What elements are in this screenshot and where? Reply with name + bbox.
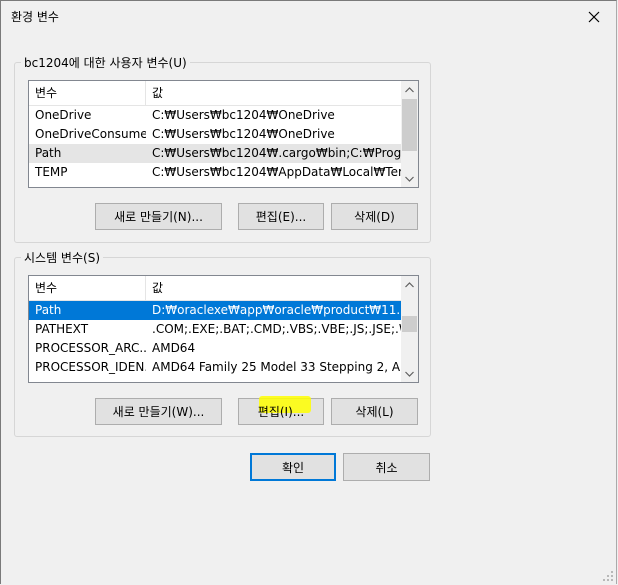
list-item[interactable]: OneDrive C:₩Users₩bc1204₩OneDrive xyxy=(29,106,401,125)
variable-name: Path xyxy=(35,303,62,317)
system-new-button[interactable]: 새로 만들기(W)... xyxy=(95,398,222,425)
user-new-label: 새로 만들기(N)... xyxy=(114,210,203,224)
user-edit-label: 편집(E)... xyxy=(255,210,307,224)
column-header-name[interactable]: 변수 xyxy=(29,81,146,105)
user-edit-button[interactable]: 편집(E)... xyxy=(238,203,324,230)
system-variables-list[interactable]: 변수 값 Path D:₩oraclexe₩app₩oracle₩product… xyxy=(28,275,419,383)
variable-name: Path xyxy=(35,146,62,160)
user-delete-label: 삭제(D) xyxy=(354,210,395,224)
variable-name: PATHEXT xyxy=(35,322,89,336)
variable-name: PROCESSOR_IDEN... xyxy=(35,360,146,374)
cancel-button[interactable]: 취소 xyxy=(343,453,430,481)
list-header: 변수 값 xyxy=(29,276,401,301)
user-variables-label: bc1204에 대한 사용자 변수(U) xyxy=(21,54,190,71)
list-item[interactable]: PROCESSOR_IDEN... AMD64 Family 25 Model … xyxy=(29,358,401,377)
system-edit-label: 편집(I)... xyxy=(257,405,305,419)
variable-name: TEMP xyxy=(35,165,68,179)
vertical-scrollbar[interactable] xyxy=(401,81,418,187)
user-delete-button[interactable]: 삭제(D) xyxy=(331,203,418,230)
scroll-thumb[interactable] xyxy=(402,99,417,151)
system-edit-button[interactable]: 편집(I)... xyxy=(238,396,324,425)
list-item[interactable]: PROCESSOR_ARC... AMD64 xyxy=(29,339,401,358)
scroll-down-button[interactable] xyxy=(401,365,418,382)
variable-name: OneDriveConsumer xyxy=(35,127,146,141)
column-header-value[interactable]: 값 xyxy=(146,276,401,300)
variable-value: AMD64 Family 25 Model 33 Stepping 2, A..… xyxy=(152,360,401,374)
scroll-up-button[interactable] xyxy=(401,81,418,98)
variable-value: AMD64 xyxy=(152,341,196,355)
cancel-label: 취소 xyxy=(375,460,398,475)
chevron-down-icon xyxy=(405,176,414,182)
variable-value: C:₩Users₩bc1204₩OneDrive xyxy=(152,108,335,122)
variable-value: C:₩Users₩bc1204₩AppData₩Local₩Temp xyxy=(152,165,401,179)
variable-name: OneDrive xyxy=(35,108,92,122)
window-title: 환경 변수 xyxy=(11,10,59,24)
environment-variables-dialog: 환경 변수 bc1204에 대한 사용자 변수(U) 변수 값 OneDrive… xyxy=(0,0,617,584)
system-variables-group: 시스템 변수(S) 변수 값 Path D:₩oraclexe₩app₩orac… xyxy=(14,249,431,437)
ok-button[interactable]: 확인 xyxy=(250,453,336,481)
list-item[interactable]: PATHEXT .COM;.EXE;.BAT;.CMD;.VBS;.VBE;.J… xyxy=(29,320,401,339)
variable-value: D:₩oraclexe₩app₩oracle₩product₩11.2.0... xyxy=(152,303,401,317)
resize-grip-icon[interactable] xyxy=(602,570,614,582)
column-header-name[interactable]: 변수 xyxy=(29,276,146,300)
system-new-label: 새로 만들기(W)... xyxy=(112,405,205,419)
user-variables-group: bc1204에 대한 사용자 변수(U) 변수 값 OneDrive C:₩Us… xyxy=(14,54,431,243)
scroll-down-button[interactable] xyxy=(401,170,418,187)
chevron-up-icon xyxy=(405,86,414,92)
list-item-selected[interactable]: Path D:₩oraclexe₩app₩oracle₩product₩11.2… xyxy=(29,301,401,320)
system-delete-label: 삭제(L) xyxy=(355,405,394,419)
list-item[interactable]: Path C:₩Users₩bc1204₩.cargo₩bin;C:₩Progr… xyxy=(29,144,401,163)
column-header-value[interactable]: 값 xyxy=(146,81,401,105)
variable-name: PROCESSOR_ARC... xyxy=(35,341,146,355)
chevron-down-icon xyxy=(405,371,414,377)
list-header: 변수 값 xyxy=(29,81,401,106)
list-item[interactable]: TEMP C:₩Users₩bc1204₩AppData₩Local₩Temp xyxy=(29,163,401,182)
user-variables-list[interactable]: 변수 값 OneDrive C:₩Users₩bc1204₩OneDrive O… xyxy=(28,80,419,188)
chevron-up-icon xyxy=(405,281,414,287)
system-variables-label: 시스템 변수(S) xyxy=(21,249,103,266)
ok-label: 확인 xyxy=(281,460,305,475)
close-button[interactable] xyxy=(572,1,616,32)
vertical-scrollbar[interactable] xyxy=(401,276,418,382)
variable-value: C:₩Users₩bc1204₩OneDrive xyxy=(152,127,335,141)
list-item[interactable]: OneDriveConsumer C:₩Users₩bc1204₩OneDriv… xyxy=(29,125,401,144)
user-new-button[interactable]: 새로 만들기(N)... xyxy=(95,203,222,230)
scroll-thumb[interactable] xyxy=(402,316,417,332)
system-delete-button[interactable]: 삭제(L) xyxy=(331,398,418,425)
variable-value: C:₩Users₩bc1204₩.cargo₩bin;C:₩Progra... xyxy=(152,146,401,160)
title-bar: 환경 변수 xyxy=(1,1,616,32)
scroll-up-button[interactable] xyxy=(401,276,418,293)
variable-value: .COM;.EXE;.BAT;.CMD;.VBS;.VBE;.JS;.JSE;.… xyxy=(152,322,401,336)
close-icon xyxy=(588,11,600,22)
